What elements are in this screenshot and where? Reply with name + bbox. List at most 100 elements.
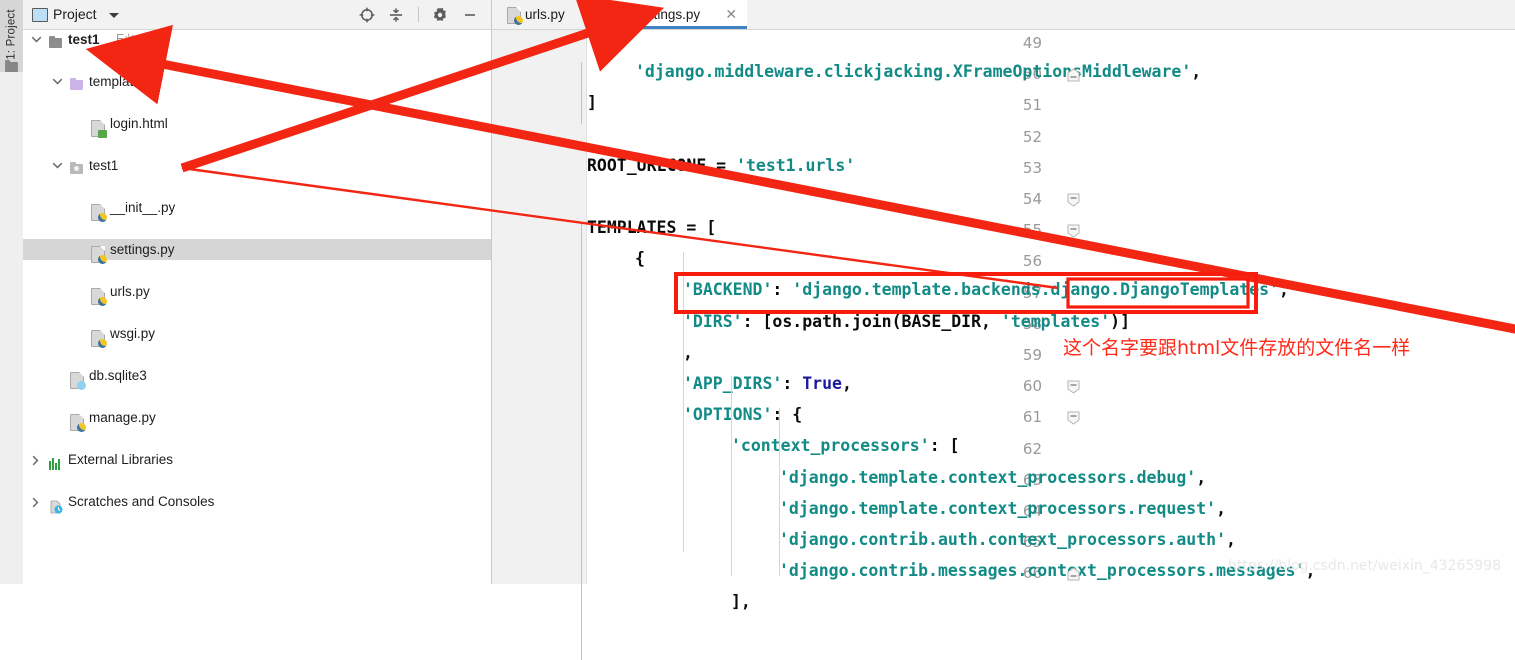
code-line: TEMPLATES = [ xyxy=(587,218,716,237)
tool-window-tab-label: 1: Project xyxy=(5,9,18,60)
chevron-right-icon[interactable] xyxy=(31,449,42,470)
tree-item-templates[interactable]: templates xyxy=(23,71,491,92)
editor-tab-label: settings.py xyxy=(635,7,701,22)
tree-item-label: urls.py xyxy=(110,284,150,299)
indent-guide xyxy=(779,408,780,576)
code-token: 'templates' xyxy=(1000,311,1111,331)
code-token: , xyxy=(841,374,852,393)
code-fold-toggle[interactable] xyxy=(1067,68,1080,82)
python-file-icon xyxy=(70,414,86,432)
code-token: 'OPTIONS' xyxy=(683,405,773,425)
code-token: 'django.template.context_processors.requ… xyxy=(779,498,1217,518)
tree-item-test1[interactable]: test1 E:\test1 xyxy=(23,29,491,50)
tree-item-label: db.sqlite3 xyxy=(89,368,147,383)
python-file-icon xyxy=(91,330,107,348)
tree-item-manage-py[interactable]: manage.py xyxy=(23,407,491,432)
tree-item-label: test1 xyxy=(89,158,119,173)
gear-icon[interactable] xyxy=(427,0,453,29)
tree-item-path: E:\test1 xyxy=(116,32,159,46)
chevron-right-icon[interactable] xyxy=(31,491,42,512)
code-fold-toggle[interactable] xyxy=(1067,567,1080,581)
code-token: : xyxy=(772,280,793,300)
project-panel-title: Project xyxy=(53,6,97,22)
chevron-down-icon[interactable] xyxy=(52,155,63,176)
fold-region-line xyxy=(581,441,582,631)
tree-item-label: wsgi.py xyxy=(110,326,156,341)
chevron-down-icon[interactable] xyxy=(52,71,63,92)
python-file-icon xyxy=(617,7,634,25)
code-token: 'django.contrib.auth.context_processors.… xyxy=(779,530,1227,549)
code-line: 'django.middleware.clickjacking.XFrameOp… xyxy=(635,62,1201,81)
folder-purple-icon xyxy=(70,77,83,90)
tree-item-login-html[interactable]: login.html xyxy=(23,113,491,138)
locate-icon[interactable] xyxy=(354,0,380,29)
project-tool-window: Project test1 E:\test1 templates login.h… xyxy=(23,0,492,584)
tree-item-label: login.html xyxy=(110,116,168,131)
folder-gray-icon xyxy=(49,35,62,48)
ide-window: 1: Project Project test1 E:\test1 templa… xyxy=(0,0,1515,660)
code-fold-toggle[interactable] xyxy=(1067,411,1080,426)
editor-area: urls.py ✕ settings.py ✕ 49 50 51 52 53 54 55 56 57 5… xyxy=(492,0,1515,660)
code-token: { xyxy=(635,249,645,269)
minimize-icon[interactable] xyxy=(457,0,483,29)
code-line: 'APP_DIRS': True, xyxy=(683,374,852,393)
code-token: )] xyxy=(1110,311,1131,331)
html-file-icon xyxy=(91,120,107,138)
code-fold-toggle[interactable] xyxy=(1067,224,1080,238)
python-file-icon xyxy=(91,288,107,306)
tree-item-wsgi-py[interactable]: wsgi.py xyxy=(23,323,491,348)
code-token: , xyxy=(1279,280,1289,300)
editor-tab-urls-py[interactable]: urls.py ✕ xyxy=(497,0,606,29)
code-fold-toggle[interactable] xyxy=(1067,380,1080,394)
code-token: , xyxy=(683,342,693,362)
code-line: ], xyxy=(731,592,751,611)
code-token: 'BACKEND' xyxy=(683,280,773,300)
editor-gutter xyxy=(492,30,587,584)
tree-item-label: __init__.py xyxy=(110,200,176,215)
chevron-down-icon[interactable] xyxy=(31,29,42,50)
code-token: 'test1.urls' xyxy=(736,155,856,175)
project-window-icon xyxy=(32,8,48,22)
editor-code-content[interactable]: 'django.middleware.clickjacking.XFrameOp… xyxy=(587,30,1515,611)
code-token: , xyxy=(1216,498,1227,518)
code-fold-toggle[interactable] xyxy=(1067,193,1080,207)
python-file-icon xyxy=(91,204,107,222)
chevron-down-icon[interactable] xyxy=(109,13,119,18)
tree-item-external-libraries[interactable]: External Libraries xyxy=(23,449,491,470)
tree-item-settings-py[interactable]: settings.py xyxy=(23,239,491,264)
close-icon[interactable]: ✕ xyxy=(584,0,596,29)
code-line: 'DIRS': [os.path.join(BASE_DIR, 'templat… xyxy=(683,312,1130,331)
code-line: ] xyxy=(587,93,597,112)
editor-tab-label: urls.py xyxy=(525,7,565,22)
tree-item-label: test1 xyxy=(68,32,100,47)
code-token: 'APP_DIRS' xyxy=(683,374,783,393)
tree-item-db-sqlite3[interactable]: db.sqlite3 xyxy=(23,365,491,390)
code-line: 'django.template.context_processors.debu… xyxy=(779,468,1206,487)
code-line: 'django.contrib.auth.context_processors.… xyxy=(779,530,1236,549)
code-line: 'BACKEND': 'django.template.backends.dja… xyxy=(683,280,1289,299)
tree-item--init-py[interactable]: __init__.py xyxy=(23,197,491,222)
annotation-note-text: 这个名字要跟html文件存放的文件名一样 xyxy=(1063,337,1411,359)
code-token: 'django.contrib.messages.context_process… xyxy=(779,561,1306,581)
tree-item-test1[interactable]: test1 xyxy=(23,155,491,176)
unknown-file-icon xyxy=(70,372,86,390)
code-token: ], xyxy=(731,592,751,612)
editor-tab-settings-py[interactable]: settings.py ✕ xyxy=(607,0,748,29)
code-line: 'context_processors': [ xyxy=(731,436,960,455)
code-token: True xyxy=(802,374,842,393)
editor-tab-bar[interactable]: urls.py ✕ settings.py ✕ xyxy=(492,0,1515,30)
close-icon[interactable]: ✕ xyxy=(725,0,737,29)
scratches-icon xyxy=(49,499,63,514)
tree-item-scratches-and-consoles[interactable]: Scratches and Consoles xyxy=(23,491,491,514)
collapse-all-icon[interactable] xyxy=(383,0,409,29)
project-panel-toolbar xyxy=(354,0,484,29)
folder-icon xyxy=(5,60,18,72)
tool-window-strip: 1: Project xyxy=(0,0,24,584)
tree-item-label: manage.py xyxy=(89,410,156,425)
code-token: 'django.template.backends.django.DjangoT… xyxy=(792,280,1280,300)
tree-item-urls-py[interactable]: urls.py xyxy=(23,281,491,306)
code-token: : [ xyxy=(929,436,960,456)
code-token: : { xyxy=(772,405,803,425)
project-tree[interactable]: test1 E:\test1 templates login.html test1 __i… xyxy=(23,29,491,514)
tree-item-label: Scratches and Consoles xyxy=(68,494,215,509)
